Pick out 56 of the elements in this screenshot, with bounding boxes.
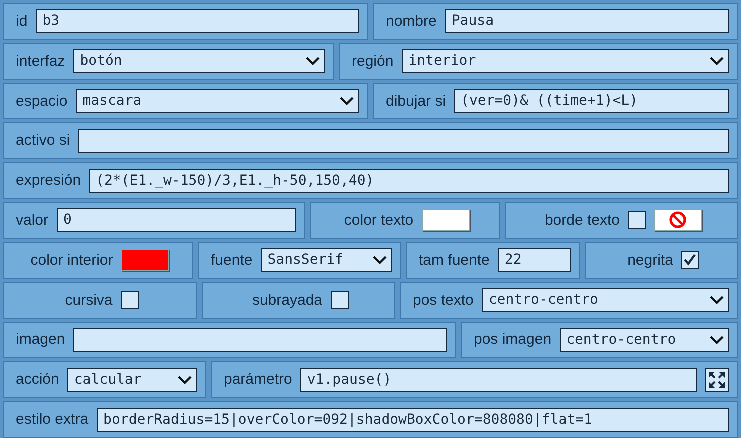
color-swatch[interactable] xyxy=(422,209,470,232)
caret-icon xyxy=(178,374,192,385)
field-label: borde texto xyxy=(544,212,620,229)
field-label: expresión xyxy=(16,172,82,190)
checkbox[interactable] xyxy=(330,291,349,310)
field-label: espacio xyxy=(16,92,68,110)
field-label: cursiva xyxy=(65,292,113,309)
text-field[interactable]: 22 xyxy=(498,248,571,272)
field-label: nombre xyxy=(386,12,437,30)
field-label: color interior xyxy=(30,252,114,269)
text-field[interactable]: 0 xyxy=(56,208,296,232)
color-swatch[interactable] xyxy=(121,249,170,272)
expand-button[interactable] xyxy=(705,368,729,392)
field-label: acción xyxy=(16,371,60,388)
checkbox[interactable] xyxy=(628,211,646,230)
field-label: subrayada xyxy=(252,292,323,309)
field-label: parámetro xyxy=(224,371,292,388)
caret-icon xyxy=(710,334,724,345)
field-label: activo si xyxy=(16,132,70,150)
dropdown[interactable]: interior xyxy=(402,49,729,74)
field-label: pos texto xyxy=(413,292,474,309)
field-label: fuente xyxy=(211,252,253,269)
color-swatch[interactable] xyxy=(654,209,702,232)
dropdown[interactable]: mascara xyxy=(76,89,359,114)
caret-icon xyxy=(710,295,724,306)
caret-icon xyxy=(710,56,724,66)
no-color-icon xyxy=(669,211,688,230)
text-field[interactable]: Pausa xyxy=(444,9,729,34)
field-label: id xyxy=(16,12,28,30)
caret-icon xyxy=(373,255,387,266)
text-field[interactable] xyxy=(78,128,729,153)
field-label: dibujar si xyxy=(386,92,446,110)
checkbox[interactable] xyxy=(681,251,700,270)
caret-icon xyxy=(340,96,354,106)
field-label: región xyxy=(352,52,394,70)
field-label: pos imagen xyxy=(474,331,552,348)
field-label: interfaz xyxy=(16,52,66,70)
field-label: tam fuente xyxy=(419,252,490,269)
text-field[interactable] xyxy=(73,328,447,352)
field-label: color texto xyxy=(344,212,414,229)
text-field[interactable]: b3 xyxy=(36,9,359,34)
dropdown[interactable]: botón xyxy=(73,49,325,74)
field-label: valor xyxy=(16,212,49,229)
dropdown[interactable]: centro-centro xyxy=(482,288,729,312)
caret-icon xyxy=(306,56,320,66)
dropdown[interactable]: centro-centro xyxy=(560,328,729,352)
field-label: imagen xyxy=(16,331,66,348)
text-field[interactable]: v1.pause() xyxy=(300,368,697,392)
text-field[interactable]: (ver=0)& ((time+1)<L) xyxy=(454,89,729,114)
field-label: negrita xyxy=(628,252,674,269)
dropdown[interactable]: SansSerif xyxy=(260,248,392,272)
text-field[interactable]: borderRadius=15|overColor=092|shadowBoxColor=808080|flat=1 xyxy=(96,408,729,432)
dropdown[interactable]: calcular xyxy=(67,368,197,392)
checkbox[interactable] xyxy=(120,291,139,310)
field-label: estilo extra xyxy=(16,411,89,428)
text-field[interactable]: (2*(E1._w-150)/3,E1._h-50,150,40) xyxy=(89,168,729,193)
